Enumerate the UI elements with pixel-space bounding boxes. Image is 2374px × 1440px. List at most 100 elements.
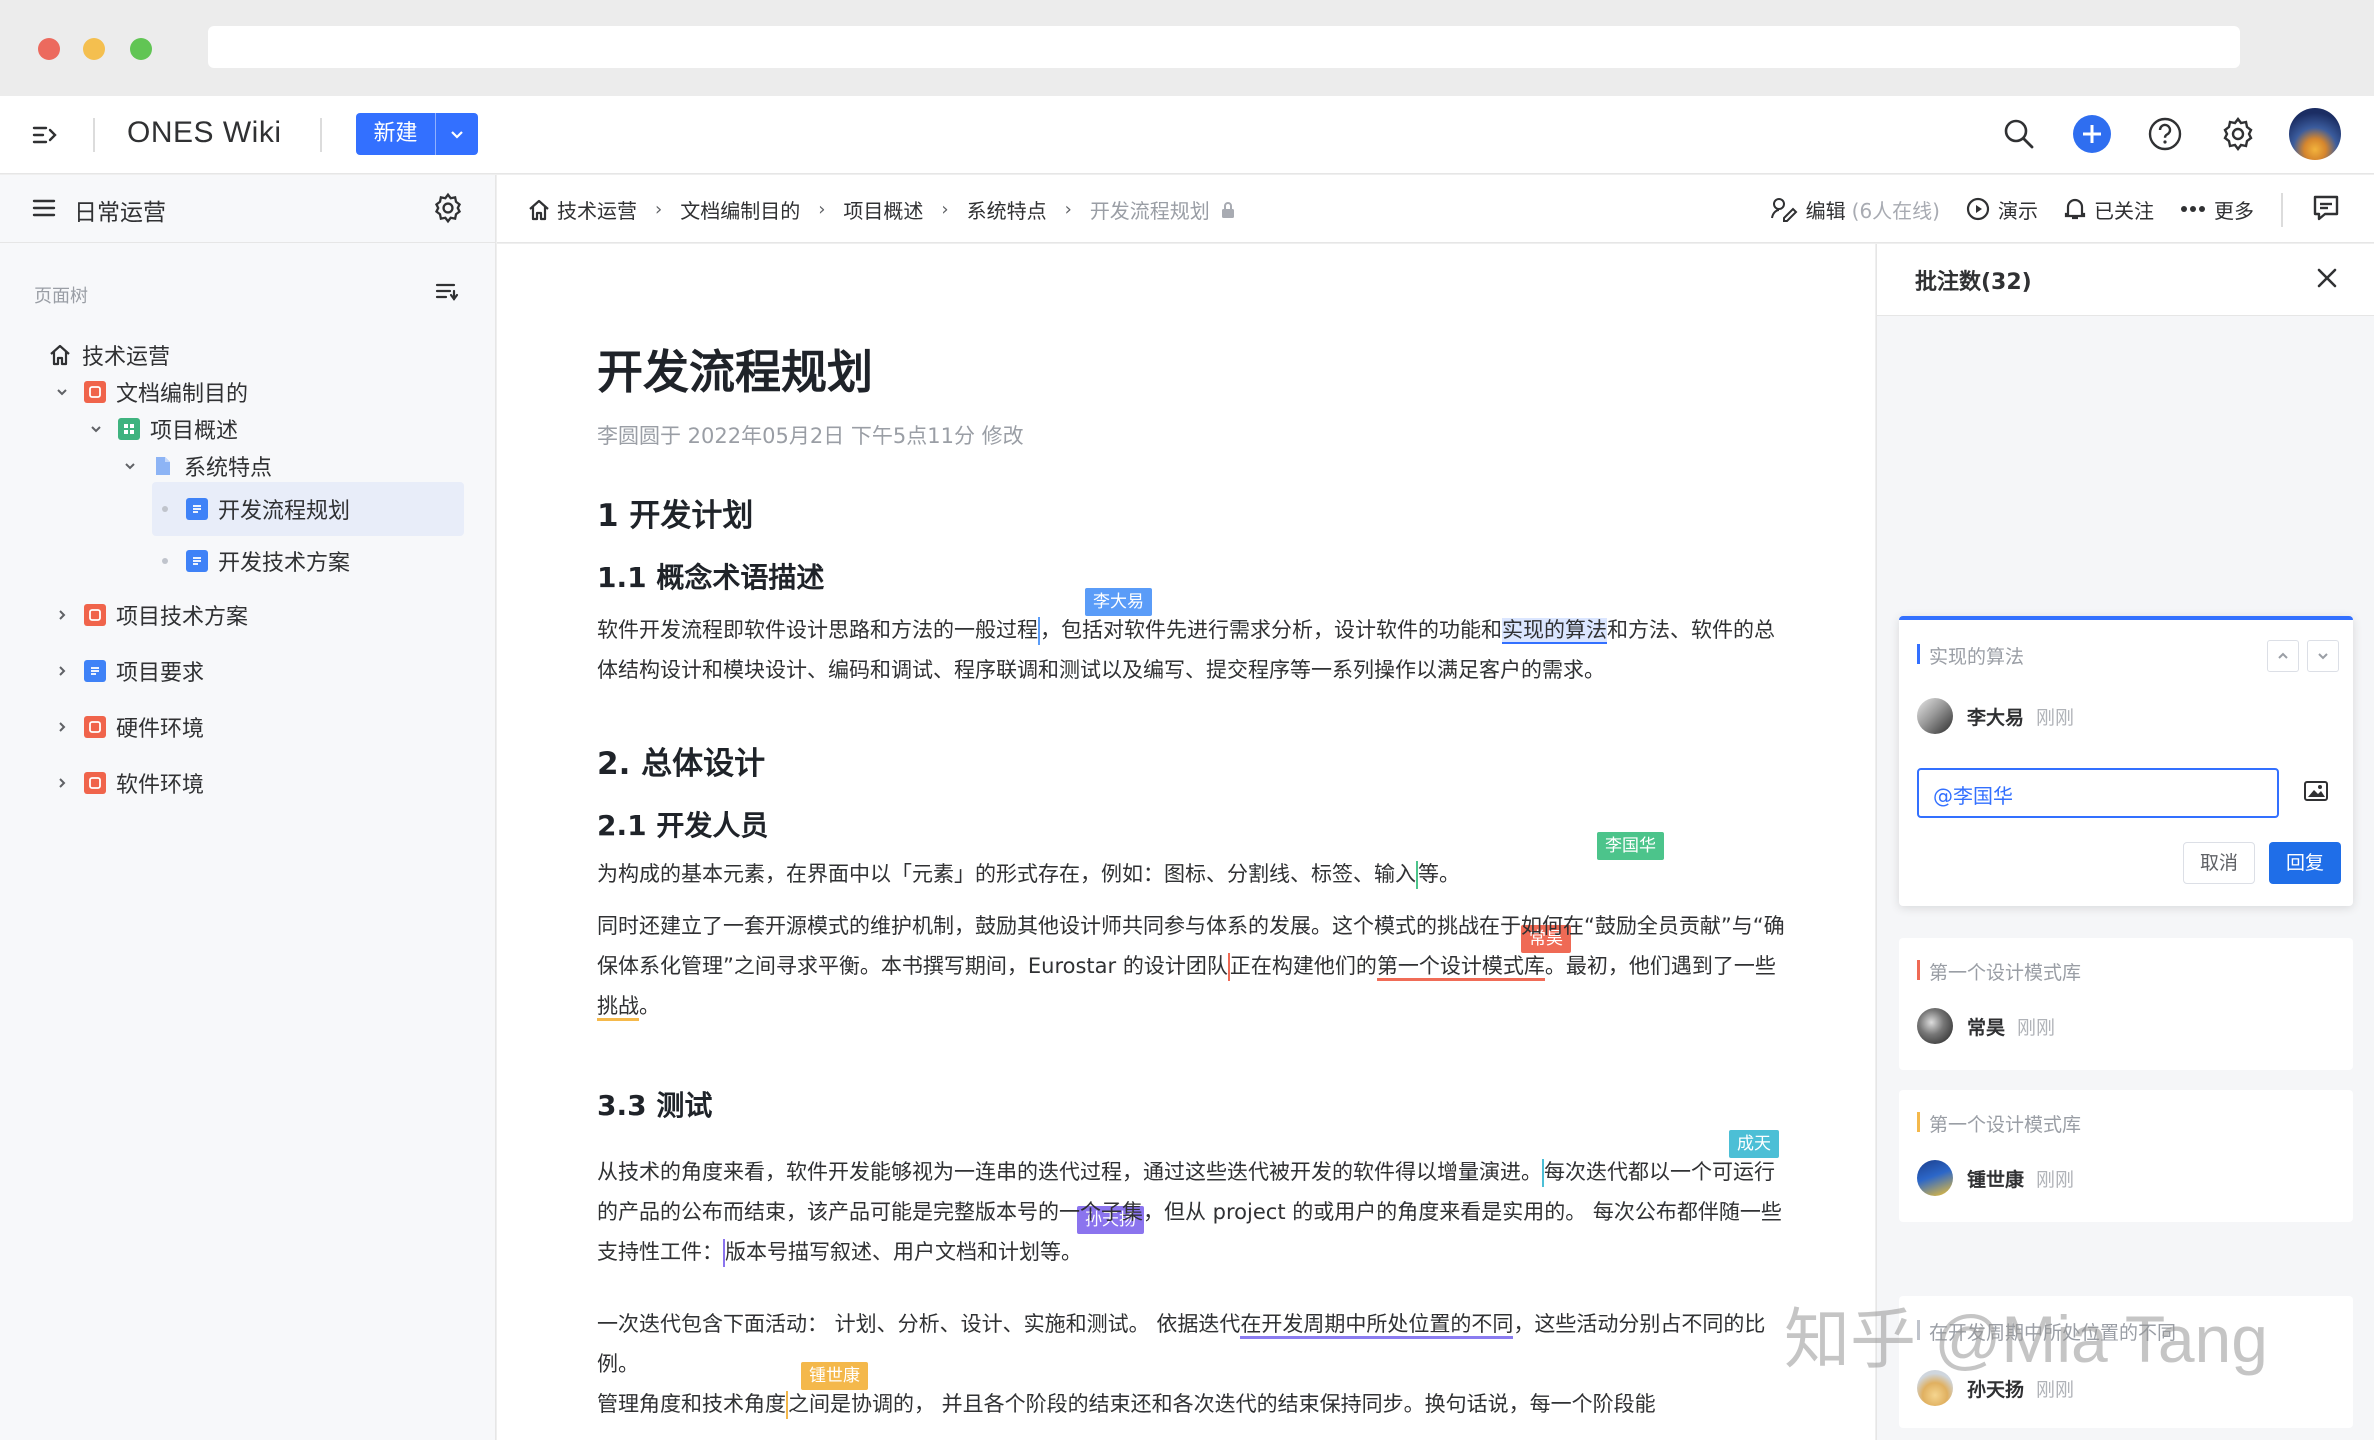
more-action[interactable]: 更多 — [2180, 195, 2254, 224]
present-action[interactable]: 演示 — [1966, 195, 2038, 224]
collaborator-cursor — [1038, 617, 1040, 645]
comment-highlight[interactable]: 挑战 — [597, 994, 639, 1021]
comment-quote: 实现的算法 — [1917, 642, 2024, 669]
chevron-right-icon[interactable] — [54, 607, 70, 623]
reply-button[interactable]: 回复 — [2269, 842, 2341, 884]
page-meta: 李圆圆于 2022年05月2日 下午5点11分 修改 — [597, 424, 1024, 448]
avatar — [1917, 698, 1953, 734]
tree-item-label: 项目要求 — [116, 661, 205, 686]
home-icon[interactable] — [527, 198, 551, 222]
doc-page-icon — [84, 660, 106, 682]
breadcrumb-item[interactable]: 系统特点 — [967, 195, 1047, 224]
chevron-up-icon[interactable] — [2267, 640, 2299, 672]
heading-1-1: 1.1 概念术语描述 — [597, 561, 825, 594]
close-icon[interactable] — [2313, 264, 2341, 296]
doc-page-icon — [84, 772, 106, 794]
lock-icon — [1220, 201, 1236, 219]
breadcrumb-item[interactable]: 项目概述 — [843, 195, 923, 224]
reply-input[interactable]: @李国华 — [1917, 768, 2279, 818]
settings-gear-icon[interactable] — [2218, 114, 2258, 154]
help-icon[interactable] — [2145, 114, 2185, 154]
breadcrumb-item[interactable]: 技术运营 — [557, 195, 637, 224]
breadcrumb-item[interactable]: 文档编制目的 — [680, 195, 800, 224]
doc-page-icon — [84, 381, 106, 403]
comment-quote: 第一个设计模式库 — [1917, 1110, 2081, 1137]
cancel-button[interactable]: 取消 — [2183, 842, 2255, 884]
present-label: 演示 — [1998, 198, 2038, 223]
tree-item-dev-process[interactable]: 开发流程规划 — [152, 482, 464, 536]
chevron-down-icon[interactable] — [88, 421, 104, 437]
tree-item-hardware[interactable]: 硬件环境 — [54, 702, 204, 752]
text-run: 正在构建他们的 — [1229, 954, 1377, 978]
chevron-right-icon: › — [1064, 199, 1072, 220]
heading-1: 1 开发计划 — [597, 498, 754, 534]
comment-time: 刚刚 — [2017, 1016, 2056, 1039]
bullet — [162, 558, 168, 564]
heading-2: 2. 总体设计 — [597, 746, 766, 782]
chevron-down-icon[interactable] — [436, 113, 478, 155]
comment-author: 李大易 刚刚 — [1917, 698, 2074, 734]
text-run: 一次迭代包含下面活动： 计划、分析、设计、实施和测试。 依据迭代 — [597, 1312, 1241, 1336]
user-avatar[interactable] — [2289, 108, 2341, 160]
close-window-button[interactable] — [38, 38, 60, 60]
space-name: 日常运营 — [74, 200, 166, 226]
bullet — [162, 506, 168, 512]
image-icon[interactable] — [2303, 780, 2329, 806]
tree-item-software[interactable]: 软件环境 — [54, 758, 204, 808]
text-run: 。最初，他们遇到了一些 — [1544, 954, 1776, 978]
divider — [2281, 193, 2283, 227]
comment-highlight[interactable]: 第一个设计模式 — [1376, 954, 1524, 981]
comment-card[interactable]: 第一个设计模式库 锺世康 刚刚 — [1899, 1090, 2353, 1222]
expand-sidebar-icon[interactable] — [30, 120, 60, 150]
comment-highlight[interactable]: 实现的算法 — [1502, 618, 1607, 644]
comment-card[interactable]: 第一个设计模式库 常昊 刚刚 — [1899, 938, 2353, 1070]
minimize-window-button[interactable] — [83, 38, 105, 60]
search-icon[interactable] — [1999, 114, 2039, 154]
file-icon — [152, 455, 174, 477]
chevron-down-icon[interactable] — [2307, 640, 2339, 672]
watermark: 知乎 @Mia Tang — [1784, 1302, 2268, 1376]
new-button[interactable]: 新建 — [356, 113, 478, 155]
paragraph: 从技术的角度来看，软件开发能够视为一连串的迭代过程，通过这些迭代被开发的软件得以… — [597, 1152, 1787, 1272]
bell-icon — [2064, 198, 2086, 220]
comment-card-active[interactable]: 实现的算法 李大易 刚刚 @李国华 取消 回复 — [1899, 616, 2353, 906]
sort-icon[interactable] — [434, 279, 460, 309]
play-icon — [1966, 197, 1990, 221]
paragraph: 为构成的基本元素，在界面中以「元素」的形式存在，例如：图标、分割线、标签、输入等… — [597, 854, 1787, 894]
chevron-down-icon[interactable] — [122, 458, 138, 474]
sidebar-header: 日常运营 — [0, 175, 495, 243]
doc-page-icon — [186, 498, 208, 520]
tree-item-project-requirements[interactable]: 项目要求 — [54, 646, 204, 696]
text-run: 软件开发流程即软件设计思路和方法的一般过程 — [597, 618, 1038, 642]
space-settings-icon[interactable] — [432, 192, 464, 228]
tree-item-label: 开发技术方案 — [218, 551, 351, 576]
avatar — [1917, 1160, 1953, 1196]
comment-panel-icon[interactable] — [2311, 193, 2341, 227]
new-button-label: 新建 — [356, 113, 436, 155]
comment-highlight[interactable]: 库 — [1523, 954, 1545, 981]
address-bar[interactable] — [208, 26, 2240, 68]
comment-time: 刚刚 — [2036, 706, 2075, 729]
tree-item-dev-tech-plan[interactable]: 开发技术方案 — [162, 536, 350, 586]
comment-time: 刚刚 — [2036, 1168, 2075, 1191]
sidebar: 日常运营 页面树 技术运营 文档编制目的 项目概述 系统特点 开发流程规划 开发… — [0, 175, 496, 1440]
menu-icon[interactable] — [32, 196, 56, 224]
heading-2-1: 2.1 开发人员 — [597, 809, 769, 842]
paragraph: 管理角度和技术角度之间是协调的， 并且各个阶段的结束还和各次迭代的结束保持同步。… — [597, 1384, 1787, 1424]
chevron-right-icon[interactable] — [54, 775, 70, 791]
maximize-window-button[interactable] — [130, 38, 152, 60]
text-run: 为构成的基本元素，在界面中以「元素」的形式存在，例如：图标、分割线、标签、输入 — [597, 862, 1416, 886]
add-icon[interactable] — [2072, 114, 2112, 154]
more-label: 更多 — [2214, 198, 2254, 223]
chevron-right-icon[interactable] — [54, 719, 70, 735]
edit-action[interactable]: 编辑 (6人在线) — [1770, 195, 1940, 224]
chevron-right-icon[interactable] — [54, 663, 70, 679]
chevron-right-icon: › — [818, 199, 826, 220]
comment-count: 批注数(32) — [1915, 270, 2032, 295]
chevron-down-icon[interactable] — [54, 384, 70, 400]
tree-item-project-tech-plan[interactable]: 项目技术方案 — [54, 590, 248, 640]
author-name: 常昊 — [1967, 1016, 2006, 1039]
chevron-right-icon: › — [655, 199, 663, 220]
comment-highlight[interactable]: 在开发周期中所处位置的不同 — [1240, 1312, 1514, 1339]
follow-action[interactable]: 已关注 — [2064, 195, 2154, 224]
